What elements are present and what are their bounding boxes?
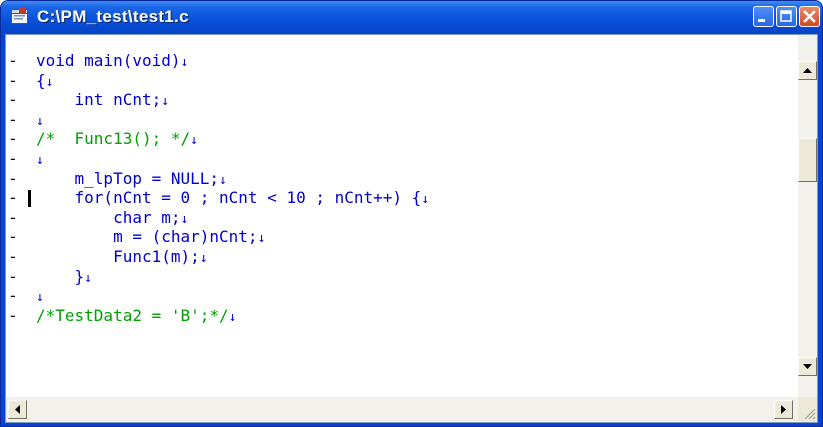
line-marker: - xyxy=(8,90,18,110)
code-text: int nCnt;↓ xyxy=(36,90,170,111)
scroll-up-button[interactable] xyxy=(798,61,817,80)
code-line-text: } xyxy=(36,266,85,286)
line-marker: - xyxy=(8,247,18,266)
scroll-left-button[interactable] xyxy=(8,400,27,419)
maximize-button[interactable] xyxy=(776,6,797,27)
line-marker: - xyxy=(8,129,18,149)
line-marker: - xyxy=(8,227,18,247)
code-text: m_lpTop = NULL;↓ xyxy=(36,169,227,190)
code-line-text: /*TestData2 = 'B';*/ xyxy=(36,305,229,325)
arrow-up-icon xyxy=(803,68,812,73)
editor-window: C:\PM_test\test1.c - void main(void)↓ - {↓ -… xyxy=(0,0,823,427)
scroll-right-button[interactable] xyxy=(774,400,793,419)
code-line-text: { xyxy=(36,70,46,90)
code-text: }↓ xyxy=(36,267,92,288)
code-line-text: void main(void) xyxy=(36,51,181,70)
code-line: - Func1(m);↓ xyxy=(6,247,798,266)
code-line: - m_lpTop = NULL;↓ xyxy=(6,169,798,188)
vertical-scroll-thumb[interactable] xyxy=(798,138,817,182)
newline-marker-icon: ↓ xyxy=(228,309,237,325)
newline-marker-icon: ↓ xyxy=(161,94,170,110)
code-line: - for(nCnt = 0 ; nCnt < 10 ; nCnt++) {↓ xyxy=(6,188,798,207)
code-comment: /*TestData2 = 'B';*/↓ xyxy=(36,306,236,327)
resize-grip[interactable] xyxy=(798,397,817,422)
line-marker: - xyxy=(8,51,18,70)
arrow-right-icon xyxy=(781,405,786,414)
newline-marker-icon: ↓ xyxy=(190,133,198,149)
newline-marker-icon: ↓ xyxy=(84,270,92,286)
newline-marker-icon: ↓ xyxy=(45,74,54,90)
code-line: - int nCnt;↓ xyxy=(6,90,798,109)
newline-marker-icon: ↓ xyxy=(36,290,44,306)
code-line-text: m_lpTop = NULL; xyxy=(36,168,220,188)
minimize-icon xyxy=(758,19,765,22)
code-line: - ↓ xyxy=(6,286,798,305)
code-comment: /* Func13(); */↓ xyxy=(36,129,198,150)
code-line: - ↓ xyxy=(6,110,798,129)
code-line: - ↓ xyxy=(6,149,798,168)
vertical-scrollbar[interactable] xyxy=(798,35,817,397)
line-marker: - xyxy=(8,286,18,306)
line-marker: - xyxy=(8,168,18,188)
code-line: -/*TestData2 = 'B';*/↓ xyxy=(6,306,798,325)
newline-marker-icon: ↓ xyxy=(180,211,189,227)
window-title: C:\PM_test\test1.c xyxy=(37,7,189,26)
code-line: - char m;↓ xyxy=(6,208,798,227)
maximize-icon xyxy=(780,10,792,22)
newline-marker-icon: ↓ xyxy=(36,113,44,129)
code-line: - }↓ xyxy=(6,267,798,286)
newline-marker-icon: ↓ xyxy=(219,172,227,188)
code-line-text: int nCnt; xyxy=(36,90,162,110)
code-text: void main(void)↓ xyxy=(36,51,188,72)
line-marker: - xyxy=(8,266,18,286)
resize-grip-icon xyxy=(804,408,816,420)
arrow-left-icon xyxy=(15,405,20,414)
close-icon xyxy=(803,10,816,23)
code-text: m = (char)nCnt;↓ xyxy=(36,227,265,248)
title-bar[interactable]: C:\PM_test\test1.c xyxy=(1,1,822,34)
code-text: Func1(m);↓ xyxy=(36,247,208,268)
code-line: - {↓ xyxy=(6,71,798,90)
scroll-down-button[interactable] xyxy=(798,357,817,376)
editor-client-area: - void main(void)↓ - {↓ - int nCnt;↓ - ↓ -/* Fu… xyxy=(5,34,818,423)
editor-document-icon xyxy=(11,8,28,24)
line-marker: - xyxy=(8,109,18,129)
line-marker: - xyxy=(8,188,18,208)
code-text: {↓ xyxy=(36,71,53,92)
close-button[interactable] xyxy=(799,6,820,27)
code-text: ↓ xyxy=(36,149,44,170)
newline-marker-icon: ↓ xyxy=(36,153,44,168)
newline-marker-icon: ↓ xyxy=(199,251,208,266)
minimize-button[interactable] xyxy=(753,6,774,27)
code-line: - m = (char)nCnt;↓ xyxy=(6,227,798,246)
code-text: for(nCnt = 0 ; nCnt < 10 ; nCnt++) {↓ xyxy=(36,188,430,209)
code-line-text: m = (char)nCnt; xyxy=(36,227,258,247)
newline-marker-icon: ↓ xyxy=(180,55,189,70)
code-text: char m;↓ xyxy=(36,208,188,229)
line-marker: - xyxy=(8,207,18,227)
code-text: ↓ xyxy=(36,110,44,131)
code-line-text: /* Func13(); */ xyxy=(36,129,191,149)
line-marker: - xyxy=(8,305,18,325)
arrow-down-icon xyxy=(803,364,812,369)
code-line-text: Func1(m); xyxy=(36,247,200,266)
line-marker: - xyxy=(8,70,18,90)
code-line-text: for(nCnt = 0 ; nCnt < 10 ; nCnt++) { xyxy=(36,188,422,208)
code-text: ↓ xyxy=(36,286,44,307)
code-line: -/* Func13(); */↓ xyxy=(6,129,798,148)
newline-marker-icon: ↓ xyxy=(421,192,430,208)
code-line-text: char m; xyxy=(36,207,181,227)
line-marker: - xyxy=(8,149,18,168)
horizontal-scrollbar[interactable] xyxy=(6,397,798,422)
code-editor[interactable]: - void main(void)↓ - {↓ - int nCnt;↓ - ↓ -/* Fu… xyxy=(6,35,798,397)
newline-marker-icon: ↓ xyxy=(257,231,266,247)
code-line: - void main(void)↓ xyxy=(6,51,798,70)
